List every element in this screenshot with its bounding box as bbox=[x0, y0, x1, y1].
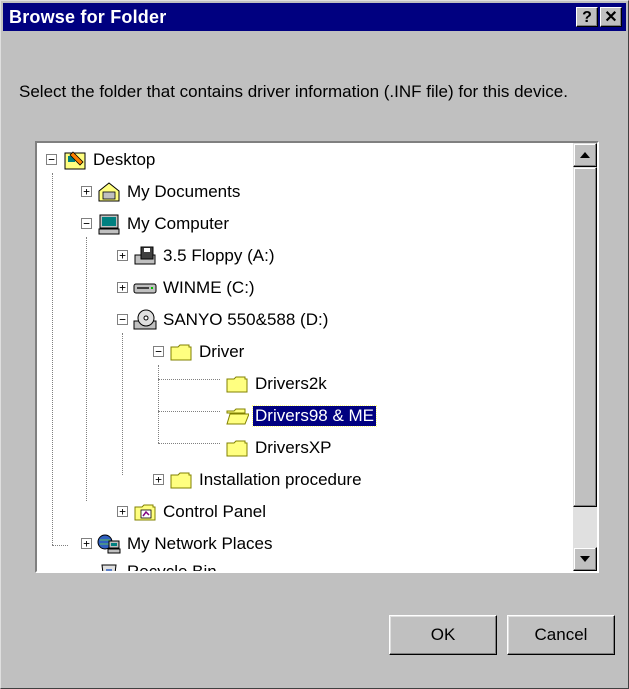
expand-toggle[interactable]: + bbox=[153, 474, 164, 485]
hard-drive-icon bbox=[133, 277, 157, 299]
tree-item-label: My Documents bbox=[127, 182, 241, 201]
tree-item-label: Control Panel bbox=[163, 502, 267, 521]
folder-icon bbox=[225, 373, 249, 395]
vertical-scrollbar[interactable] bbox=[573, 143, 597, 571]
expand-toggle[interactable]: + bbox=[81, 186, 92, 197]
folder-icon bbox=[169, 341, 193, 363]
recycle-bin-icon bbox=[97, 561, 121, 571]
tree-line bbox=[52, 173, 53, 545]
tree-item-label: My Computer bbox=[127, 214, 230, 233]
open-folder-icon bbox=[225, 405, 250, 427]
cancel-button[interactable]: Cancel bbox=[507, 615, 615, 655]
scroll-thumb[interactable] bbox=[573, 167, 597, 507]
instruction-text: Select the folder that contains driver i… bbox=[19, 82, 568, 101]
cd-drive-icon bbox=[133, 309, 157, 331]
tree-line bbox=[158, 379, 220, 380]
tree-item-label: Drivers98 & ME bbox=[251, 405, 378, 427]
folder-tree[interactable]: − Desktop + My Documents − My Computer +… bbox=[35, 141, 599, 573]
expand-toggle[interactable]: + bbox=[117, 250, 128, 261]
tree-line bbox=[86, 237, 87, 501]
collapse-toggle[interactable]: − bbox=[46, 154, 57, 165]
collapse-toggle[interactable]: − bbox=[81, 218, 92, 229]
folder-icon bbox=[169, 469, 193, 491]
title-bar[interactable]: Browse for Folder ? ✕ bbox=[3, 3, 626, 31]
tree-item-label: Driver bbox=[199, 342, 245, 361]
floppy-drive-icon bbox=[133, 245, 157, 267]
control-panel-icon bbox=[133, 501, 157, 523]
scroll-down-button[interactable] bbox=[573, 547, 597, 571]
tree-item-label: WINME (C:) bbox=[163, 278, 255, 297]
folder-icon bbox=[225, 437, 249, 459]
tree-line bbox=[122, 333, 123, 475]
network-places-icon bbox=[97, 533, 121, 555]
collapse-toggle[interactable]: − bbox=[153, 346, 164, 357]
folder-tree-content: − Desktop + My Documents − My Computer +… bbox=[37, 143, 573, 571]
help-button[interactable]: ? bbox=[576, 7, 598, 27]
tree-item-label: DriversXP bbox=[255, 438, 332, 457]
tree-item-label: 3.5 Floppy (A:) bbox=[163, 246, 275, 265]
my-computer-icon bbox=[97, 213, 121, 235]
ok-button[interactable]: OK bbox=[389, 615, 497, 655]
tree-line bbox=[158, 411, 220, 412]
collapse-toggle[interactable]: − bbox=[117, 314, 128, 325]
tree-item-label: Desktop bbox=[93, 150, 156, 169]
expand-toggle[interactable]: + bbox=[117, 506, 128, 517]
browse-folder-dialog: Browse for Folder ? ✕ Select the folder … bbox=[0, 0, 629, 689]
close-button[interactable]: ✕ bbox=[600, 7, 622, 27]
expand-toggle[interactable]: + bbox=[117, 282, 128, 293]
desktop-icon bbox=[63, 149, 87, 171]
tree-item-label: Drivers2k bbox=[255, 374, 327, 393]
my-documents-icon bbox=[97, 181, 121, 203]
scroll-up-button[interactable] bbox=[573, 143, 597, 167]
tree-line bbox=[52, 545, 68, 546]
tree-item-label: SANYO 550&588 (D:) bbox=[163, 310, 329, 329]
expand-toggle[interactable]: + bbox=[81, 538, 92, 549]
tree-line bbox=[158, 365, 159, 443]
tree-item-label: Installation procedure bbox=[199, 470, 362, 489]
tree-item-label: Recycle Bin bbox=[125, 562, 219, 571]
tree-item-label: My Network Places bbox=[127, 534, 273, 553]
window-title: Browse for Folder bbox=[9, 7, 167, 27]
tree-line bbox=[158, 443, 220, 444]
